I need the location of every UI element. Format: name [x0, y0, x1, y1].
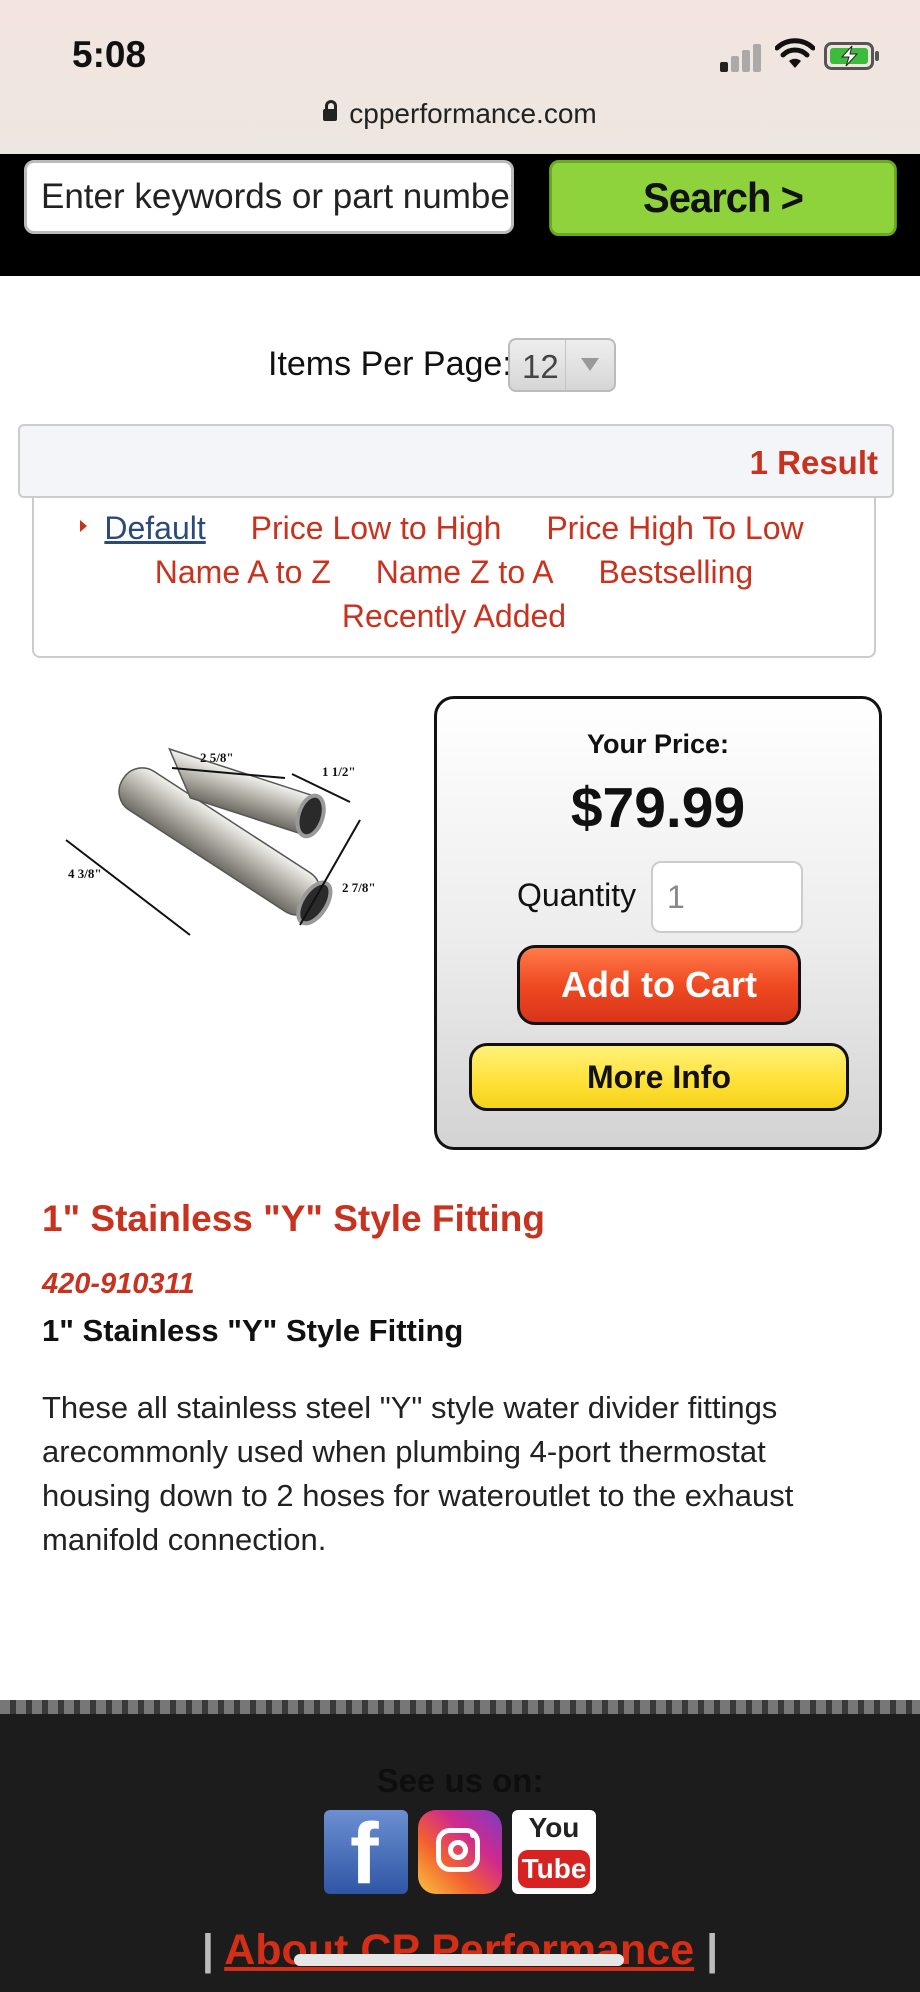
- dim-left: 4 3/8": [68, 866, 102, 881]
- site-footer: See us on: f You Tube | About CP Perform…: [0, 1700, 920, 1992]
- sort-name-z-a[interactable]: Name Z to A: [376, 554, 554, 590]
- search-input[interactable]: Enter keywords or part number: [24, 160, 514, 234]
- chevron-down-icon: [565, 340, 614, 390]
- results-count: 1 Result: [749, 444, 878, 481]
- search-button[interactable]: Search >: [549, 160, 897, 236]
- sort-price-high-low[interactable]: Price High To Low: [546, 510, 803, 546]
- about-row: | About CP Performance |: [0, 1926, 920, 1975]
- about-link[interactable]: About CP Performance: [224, 1926, 694, 1974]
- quantity-input[interactable]: 1: [651, 861, 803, 933]
- items-per-page-value: 12: [522, 348, 558, 385]
- product-image[interactable]: 2 5/8" 1 1/2" 4 3/8" 2 7/8": [60, 740, 390, 960]
- sort-default[interactable]: Default: [104, 510, 205, 546]
- youtube-top-text: You: [528, 1812, 580, 1843]
- dim-right: 1 1/2": [322, 764, 356, 779]
- sort-recently-added[interactable]: Recently Added: [342, 598, 566, 634]
- product-description: These all stainless steel "Y" style wate…: [42, 1390, 794, 1557]
- add-to-cart-button[interactable]: Add to Cart: [517, 945, 801, 1025]
- dim-bottom: 2 7/8": [342, 880, 376, 895]
- quantity-label: Quantity: [517, 877, 637, 913]
- clock: 5:08: [72, 34, 147, 75]
- items-per-page-select[interactable]: 12: [508, 338, 616, 392]
- instagram-icon[interactable]: [418, 1810, 502, 1894]
- url-text: cpperformance.com: [349, 98, 597, 129]
- more-info-button[interactable]: More Info: [469, 1043, 849, 1111]
- separator-left: |: [201, 1926, 214, 1974]
- sort-bestselling[interactable]: Bestselling: [598, 554, 753, 590]
- separator-right: |: [706, 1926, 719, 1974]
- signal-icon: [720, 42, 764, 72]
- product-title-link[interactable]: 1" Stainless "Y" Style Fitting: [42, 1198, 545, 1240]
- battery-icon: [824, 42, 879, 70]
- wifi-icon: [775, 38, 815, 68]
- facebook-icon[interactable]: f: [324, 1810, 408, 1898]
- facebook-glyph: f: [350, 1806, 379, 1902]
- sort-options: Default Price Low to High Price High To …: [32, 498, 876, 658]
- price-panel: Your Price: $79.99 Quantity 1 Add to Car…: [434, 696, 882, 1150]
- browser-status-bar: 5:08 cpperformance.com: [0, 0, 920, 154]
- lock-icon: [323, 100, 338, 121]
- results-summary: 1 Result: [18, 424, 894, 498]
- sort-price-low-high[interactable]: Price Low to High: [251, 510, 502, 546]
- items-per-page-label: Items Per Page:: [268, 345, 512, 383]
- price-value: $79.99: [570, 776, 746, 840]
- site-header-search: Enter keywords or part number Search >: [0, 154, 920, 276]
- dim-top: 2 5/8": [200, 750, 234, 765]
- youtube-icon[interactable]: You Tube: [512, 1810, 596, 1894]
- sort-name-a-z[interactable]: Name A to Z: [155, 554, 331, 590]
- address-bar[interactable]: cpperformance.com: [0, 98, 920, 130]
- youtube-bottom-text: Tube: [518, 1850, 590, 1888]
- see-us-on-label: See us on:: [376, 1762, 544, 1799]
- product-sku: 420-910311: [42, 1268, 195, 1300]
- product-subtitle: 1" Stainless "Y" Style Fitting: [42, 1313, 464, 1348]
- footer-divider: [0, 1700, 920, 1714]
- price-label: Your Price:: [586, 729, 730, 759]
- home-indicator[interactable]: [294, 1954, 624, 1966]
